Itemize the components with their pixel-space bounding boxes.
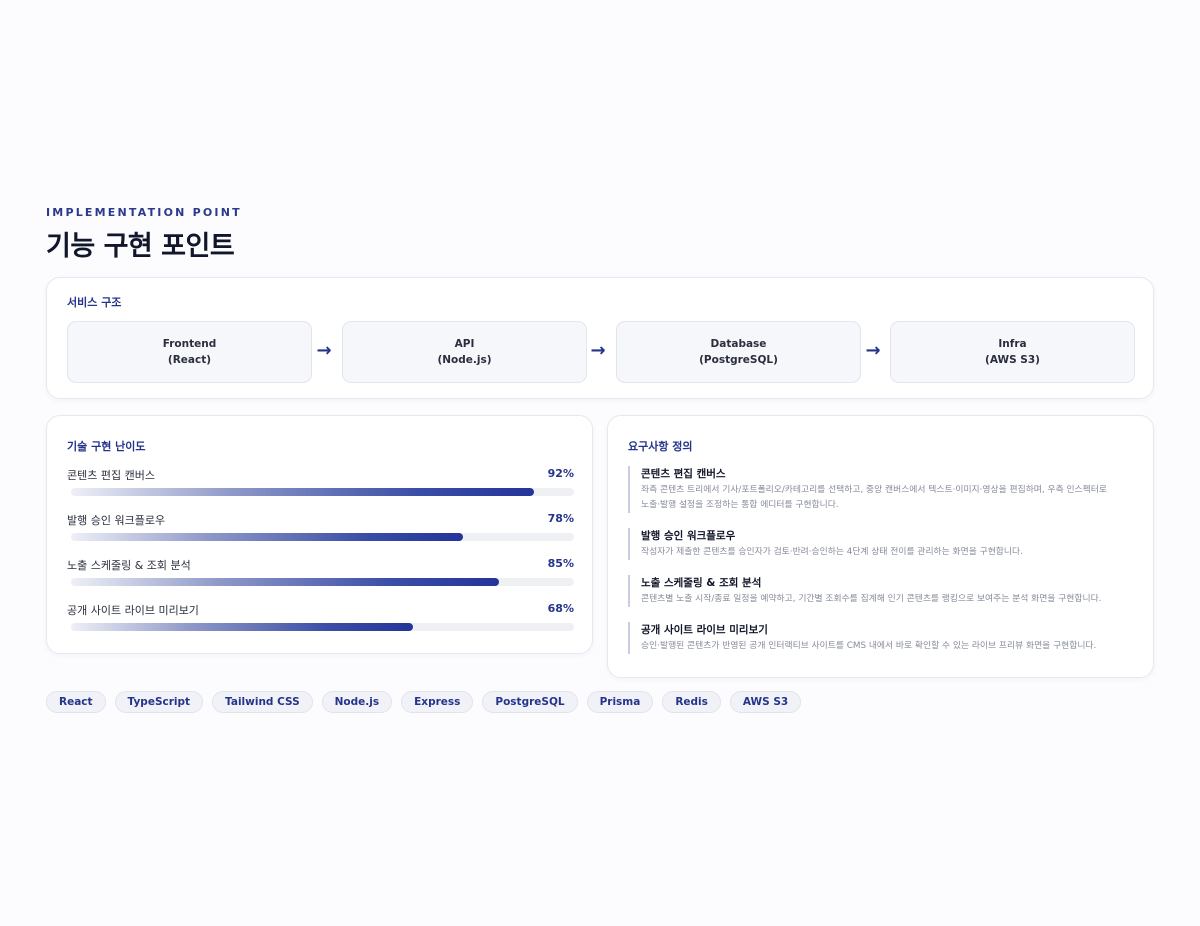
- difficulty-bar-track: [71, 623, 574, 631]
- requirement-item: 노출 스케줄링 & 조회 분석 콘텐츠별 노출 시작/종료 일정을 예약하고, …: [628, 575, 1138, 607]
- arrow-right-icon: →: [865, 340, 881, 361]
- difficulty-item: 노출 스케줄링 & 조회 분석 85%: [67, 557, 574, 597]
- page-title: 기능 구현 포인트: [46, 231, 235, 262]
- difficulty-title: 기술 구현 난이도: [67, 440, 146, 453]
- tech-tag: AWS S3: [729, 691, 802, 713]
- difficulty-bar-fill: [71, 533, 464, 541]
- arch-node-name: Infra: [998, 338, 1027, 350]
- requirement-item: 발행 승인 워크플로우 작성자가 제출한 콘텐츠를 승인자가 검토·반려·승인하…: [628, 528, 1138, 560]
- tech-tag-list: React TypeScript Tailwind CSS Node.js Ex…: [46, 691, 802, 713]
- requirement-desc: 좌측 콘텐츠 트리에서 기사/포트폴리오/카테고리를 선택하고, 중앙 캔버스에…: [641, 485, 1107, 495]
- requirement-desc: 승인·발행된 콘텐츠가 반영된 공개 인터랙티브 사이트를 CMS 내에서 바로…: [641, 641, 1097, 651]
- eyebrow-label: IMPLEMENTATION POINT: [46, 206, 242, 219]
- tech-tag: Tailwind CSS: [212, 691, 313, 713]
- requirements-title: 요구사항 정의: [628, 440, 693, 453]
- difficulty-label: 발행 승인 워크플로우: [67, 514, 166, 527]
- arch-node-api: API (Node.js): [342, 321, 587, 383]
- requirement-title: 발행 승인 워크플로우: [641, 530, 736, 542]
- difficulty-item: 발행 승인 워크플로우 78%: [67, 512, 574, 552]
- difficulty-label: 노출 스케줄링 & 조회 분석: [67, 559, 191, 572]
- requirement-item: 콘텐츠 편집 캔버스 좌측 콘텐츠 트리에서 기사/포트폴리오/카테고리를 선택…: [628, 466, 1138, 513]
- arch-node-tech: (React): [167, 354, 212, 366]
- difficulty-bar-fill: [71, 488, 534, 496]
- difficulty-bar-track: [71, 578, 574, 586]
- difficulty-bar-track: [71, 533, 574, 541]
- tech-tag: Express: [401, 691, 474, 713]
- arch-node-name: API: [454, 338, 475, 350]
- service-structure-card: 서비스 구조 Frontend (React) → API (Node.js) …: [46, 277, 1154, 399]
- service-structure-title: 서비스 구조: [67, 296, 122, 309]
- difficulty-label: 공개 사이트 라이브 미리보기: [67, 604, 199, 617]
- arrow-right-icon: →: [590, 340, 606, 361]
- tech-tag: TypeScript: [114, 691, 204, 713]
- arch-node-name: Database: [710, 338, 767, 350]
- difficulty-value: 78%: [547, 512, 574, 525]
- difficulty-value: 68%: [547, 602, 574, 615]
- requirements-card: 요구사항 정의 콘텐츠 편집 캔버스 좌측 콘텐츠 트리에서 기사/포트폴리오/…: [607, 415, 1154, 678]
- requirement-title: 콘텐츠 편집 캔버스: [641, 468, 726, 480]
- requirement-title: 노출 스케줄링 & 조회 분석: [641, 577, 762, 589]
- tech-tag: PostgreSQL: [482, 691, 578, 713]
- difficulty-card: 기술 구현 난이도 콘텐츠 편집 캔버스 92% 발행 승인 워크플로우 78%…: [46, 415, 593, 654]
- arch-node-name: Frontend: [162, 338, 217, 350]
- difficulty-value: 92%: [547, 467, 574, 480]
- difficulty-item: 공개 사이트 라이브 미리보기 68%: [67, 602, 574, 642]
- requirement-desc: 노출·발행 설정을 조정하는 통합 에디터를 구현합니다.: [641, 500, 839, 510]
- difficulty-bar-fill: [71, 578, 499, 586]
- arch-node-tech: (AWS S3): [985, 354, 1040, 366]
- difficulty-bar-fill: [71, 623, 414, 631]
- arch-node-infra: Infra (AWS S3): [890, 321, 1135, 383]
- arch-node-tech: (Node.js): [437, 354, 492, 366]
- arch-node-tech: (PostgreSQL): [699, 354, 778, 366]
- tech-tag: Redis: [662, 691, 721, 713]
- requirement-item: 공개 사이트 라이브 미리보기 승인·발행된 콘텐츠가 반영된 공개 인터랙티브…: [628, 622, 1138, 654]
- arrow-right-icon: →: [316, 340, 332, 361]
- tech-tag: React: [46, 691, 106, 713]
- difficulty-item: 콘텐츠 편집 캔버스 92%: [67, 467, 574, 507]
- requirement-desc: 콘텐츠별 노출 시작/종료 일정을 예약하고, 기간별 조회수를 집계해 인기 …: [641, 594, 1102, 604]
- difficulty-value: 85%: [547, 557, 574, 570]
- arch-node-frontend: Frontend (React): [67, 321, 312, 383]
- arch-node-database: Database (PostgreSQL): [616, 321, 861, 383]
- tech-tag: Node.js: [321, 691, 393, 713]
- requirement-desc: 작성자가 제출한 콘텐츠를 승인자가 검토·반려·승인하는 4단계 상태 전이를…: [641, 547, 1023, 557]
- tech-tag: Prisma: [586, 691, 654, 713]
- requirement-title: 공개 사이트 라이브 미리보기: [641, 624, 768, 636]
- difficulty-label: 콘텐츠 편집 캔버스: [67, 469, 155, 482]
- difficulty-bar-track: [71, 488, 574, 496]
